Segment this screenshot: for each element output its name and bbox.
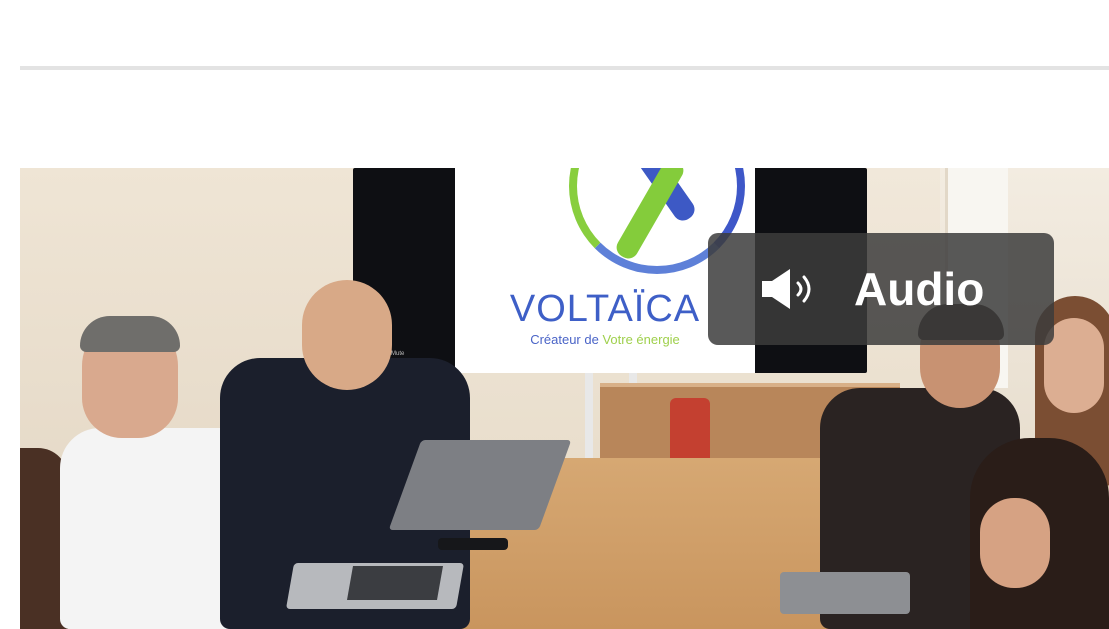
laptop-keyboard: [347, 566, 443, 600]
brand-name: VOLTAÏCA: [509, 288, 701, 330]
top-divider: [20, 66, 1109, 70]
brand-tagline-part1: Créateur de: [530, 332, 603, 347]
person-5-face: [980, 498, 1050, 588]
person-1-hair: [80, 316, 180, 352]
brand-tagline: Créateur de Votre énergie: [467, 332, 743, 347]
phone: [438, 538, 508, 550]
brand-tagline-part2: Votre énergie: [602, 332, 680, 347]
page: VOLTAÏCA Créateur de Votre énergie Mute: [0, 0, 1109, 629]
speaker-icon: [762, 269, 811, 309]
audio-label: Audio: [854, 263, 985, 315]
tv-call-control-label: Mute: [391, 351, 405, 357]
person-2-head: [302, 280, 392, 390]
laptop-right: [780, 572, 910, 614]
audio-toggle-button[interactable]: Audio: [708, 233, 1054, 345]
